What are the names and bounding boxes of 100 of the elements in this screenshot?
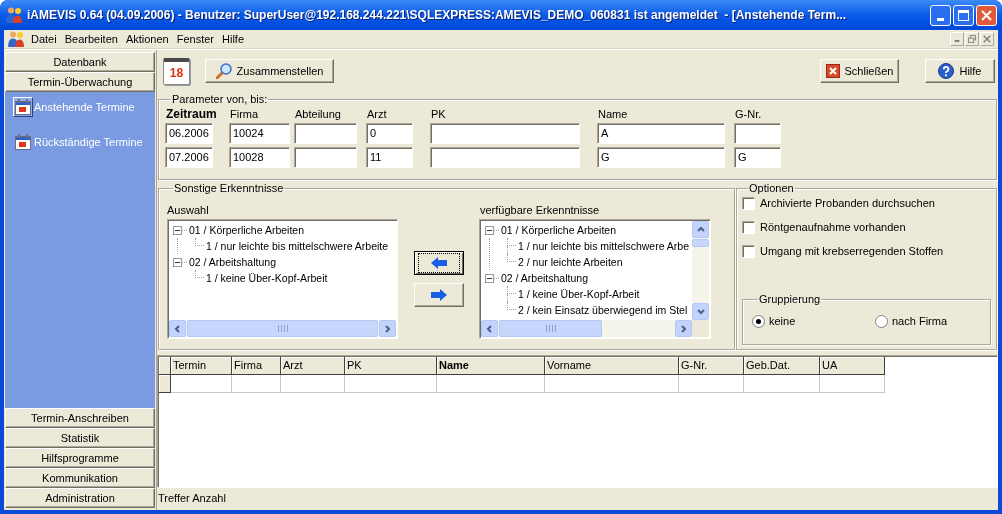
section-button[interactable]: Statistik [5, 428, 155, 448]
arrow-left-button[interactable] [414, 251, 464, 275]
scroll-right-button[interactable] [675, 320, 692, 337]
input-field[interactable]: 11 [366, 147, 413, 168]
scrollbar-thumb[interactable] [499, 320, 602, 337]
section-button[interactable]: Termin-Anschreiben [5, 408, 155, 428]
horizontal-scrollbar[interactable] [481, 320, 692, 337]
tree-item[interactable]: 2 / kein Einsatz überwiegend im Stel [518, 303, 688, 317]
section-button[interactable]: Datenbank [5, 52, 155, 72]
close-button[interactable] [980, 32, 994, 46]
tree-item[interactable]: 1 / nur leichte bis mittelschwere Arbe [518, 239, 689, 253]
minimize-button[interactable] [950, 32, 964, 46]
column-header[interactable]: Geb.Dat. [744, 357, 820, 375]
column-header[interactable]: PK [345, 357, 437, 375]
tree-item[interactable]: 1 / keine Über-Kopf-Arbeit [518, 287, 640, 301]
input-field[interactable] [294, 147, 357, 168]
menu-item[interactable]: Fenster [172, 30, 218, 48]
menu-item[interactable]: Hilfe [218, 30, 249, 48]
section-button[interactable]: Administration [5, 488, 155, 508]
collapse-icon[interactable] [485, 225, 494, 235]
input-field[interactable]: A [597, 123, 725, 144]
checkbox[interactable] [742, 220, 755, 234]
column-header[interactable]: Arzt [281, 357, 345, 375]
checkbox[interactable] [742, 196, 755, 210]
row-header[interactable] [159, 375, 171, 393]
tree-item[interactable]: 02 / Arbeitshaltung [189, 255, 276, 269]
tree-item[interactable]: 01 / Körperliche Arbeiten [189, 223, 304, 237]
close-button[interactable] [976, 4, 997, 26]
section-button[interactable]: Kommunikation [5, 468, 155, 488]
menu-item[interactable]: Datei [27, 30, 61, 48]
checkbox-label: Umgang mit krebserregenden Stoffen [760, 243, 944, 259]
search-button[interactable]: Zusammenstellen [205, 59, 334, 83]
tree-item[interactable]: 1 / keine Über-Kopf-Arbeit [206, 271, 328, 285]
radio-button[interactable] [752, 314, 765, 328]
scroll-right-button[interactable] [379, 320, 396, 337]
column-header[interactable]: Firma [232, 357, 281, 375]
field-label: Firma [229, 108, 259, 121]
column-header[interactable]: Termin [171, 357, 232, 375]
maximize-button[interactable] [953, 4, 974, 26]
tree-item[interactable]: 01 / Körperliche Arbeiten [501, 223, 616, 237]
column-header[interactable]: G-Nr. [679, 357, 744, 375]
restore-button[interactable] [965, 32, 979, 46]
scrollbar-thumb[interactable] [692, 239, 709, 247]
table-cell[interactable] [820, 375, 885, 393]
horizontal-scrollbar[interactable] [169, 320, 396, 337]
tree-item[interactable]: 1 / nur leichte bis mittelschwere Arbeite [206, 239, 389, 253]
help-button[interactable]: Hilfe [925, 59, 995, 83]
tree-item[interactable]: 02 / Arbeitshaltung [501, 271, 588, 285]
input-field[interactable] [430, 123, 580, 144]
menu-item[interactable]: Bearbeiten [60, 30, 122, 48]
table-cell[interactable] [232, 375, 281, 393]
input-field[interactable]: 06.2006 [165, 123, 213, 144]
input-field[interactable] [430, 147, 580, 168]
section-button[interactable]: Termin-Überwachung [5, 72, 155, 92]
collapse-icon[interactable] [173, 225, 182, 235]
section-button[interactable]: Hilfsprogramme [5, 448, 155, 468]
table-cell[interactable] [679, 375, 744, 393]
table-cell[interactable] [744, 375, 820, 393]
people-icon [8, 31, 24, 47]
vertical-scrollbar[interactable] [692, 221, 709, 320]
minimize-button[interactable] [930, 4, 951, 26]
collapse-icon[interactable] [485, 273, 494, 283]
calendar-icon [15, 134, 31, 150]
tree-view[interactable]: 01 / Körperliche Arbeiten 1 / nur leichte bis mittelschwere Arbe 2 / nur leichte Arbeiten 02 / Arbeitshaltung 1 / keine Über-Kopf-Arbeit 2 / kein Einsatz überwiegend im Stel [479, 219, 711, 339]
table-cell[interactable] [345, 375, 437, 393]
radio-button[interactable] [875, 314, 888, 328]
input-field[interactable] [734, 123, 781, 144]
table-cell[interactable] [171, 375, 232, 393]
tree-view[interactable]: 01 / Körperliche Arbeiten 1 / nur leichte bis mittelschwere Arbeite 02 / Arbeitshaltung 1 / keine Über-Kopf-Arbeit [167, 219, 398, 339]
scroll-down-button[interactable] [692, 303, 709, 320]
field-label: G-Nr. [734, 108, 762, 121]
table-cell[interactable] [437, 375, 545, 393]
input-field[interactable]: G [597, 147, 725, 168]
input-field[interactable]: 10028 [229, 147, 290, 168]
close-icon [981, 9, 992, 21]
scrollbar-corner [692, 320, 709, 337]
column-header[interactable]: Name [437, 357, 545, 375]
input-field[interactable]: 07.2006 [165, 147, 213, 168]
scroll-up-button[interactable] [692, 221, 709, 238]
table-cell[interactable] [545, 375, 679, 393]
column-header[interactable]: Vorname [545, 357, 679, 375]
scroll-left-button[interactable] [169, 320, 186, 337]
input-field[interactable] [294, 123, 357, 144]
scroll-left-button[interactable] [481, 320, 498, 337]
group-title: Parameter von, bis: [172, 93, 268, 105]
tree-item[interactable]: 2 / nur leichte Arbeiten [518, 255, 623, 269]
collapse-icon[interactable] [173, 257, 182, 267]
radio-label: keine [769, 313, 796, 329]
maximize-icon [958, 9, 969, 21]
column-header[interactable]: UA [820, 357, 885, 375]
calendar-icon: 18 [163, 57, 190, 85]
close-button[interactable]: Schließen [820, 59, 899, 83]
input-field[interactable]: 10024 [229, 123, 290, 144]
scrollbar-thumb[interactable] [187, 320, 378, 337]
arrow-right-button[interactable] [414, 283, 464, 307]
input-field[interactable]: 0 [366, 123, 413, 144]
input-field[interactable]: G [734, 147, 781, 168]
menu-item[interactable]: Aktionen [121, 30, 173, 48]
table-cell[interactable] [281, 375, 345, 393]
checkbox[interactable] [742, 244, 755, 258]
